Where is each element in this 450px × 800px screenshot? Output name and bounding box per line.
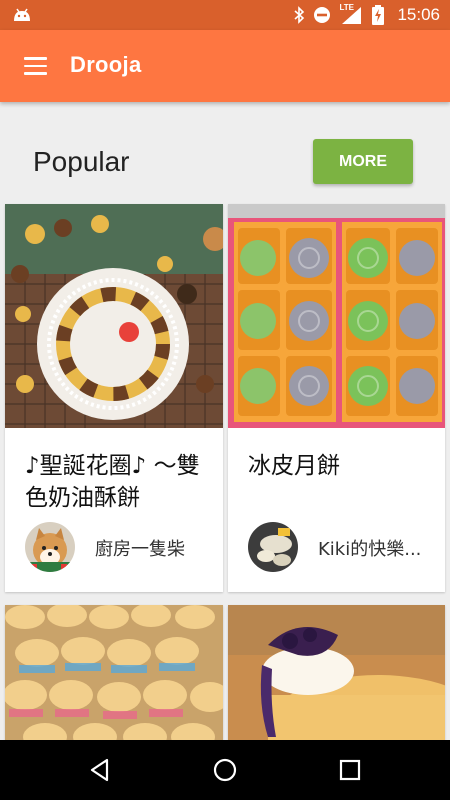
recipe-card[interactable]	[228, 605, 445, 745]
recipe-card[interactable]	[5, 605, 223, 745]
recipe-card[interactable]: 冰皮月餅 Kiki的快樂...	[228, 204, 445, 592]
cupcakes-photo	[5, 605, 223, 745]
author-name[interactable]: 廚房一隻柴	[95, 535, 215, 561]
home-icon[interactable]	[210, 755, 240, 785]
recipe-title: ♪聖誕花圈♪ 〜雙色奶油酥餅	[25, 453, 200, 511]
status-bar: LTE 15:06	[0, 0, 450, 30]
blueberry-cream-cake-photo	[228, 605, 445, 745]
do-not-disturb-icon	[314, 7, 331, 23]
shiba-dog-avatar[interactable]	[25, 522, 75, 572]
recipe-card[interactable]: ♪聖誕花圈♪ 〜雙色奶油酥餅 廚房一隻柴	[5, 204, 223, 592]
app-toolbar: Drooja	[0, 30, 450, 102]
recents-icon[interactable]	[335, 755, 365, 785]
snowskin-mooncakes-photo	[228, 204, 445, 428]
section-title: Popular	[33, 146, 130, 177]
clock: 15:06	[397, 5, 440, 24]
more-button[interactable]: MORE	[313, 139, 413, 184]
recipe-title: 冰皮月餅	[248, 453, 340, 479]
android-icon	[14, 8, 30, 21]
back-icon[interactable]	[85, 755, 115, 785]
lte-signal-icon: LTE	[339, 3, 363, 26]
hamburger-menu-icon[interactable]	[24, 56, 48, 76]
mooncake-avatar[interactable]	[248, 522, 298, 572]
christmas-wreath-cookies-photo	[5, 204, 223, 428]
system-navigation-bar	[0, 740, 450, 800]
bluetooth-icon	[294, 6, 305, 24]
author-name[interactable]: Kiki的快樂...	[318, 535, 438, 561]
status-icons: LTE 15:06	[293, 0, 440, 30]
app-title: Drooja	[70, 52, 142, 77]
battery-charging-icon	[372, 5, 385, 25]
